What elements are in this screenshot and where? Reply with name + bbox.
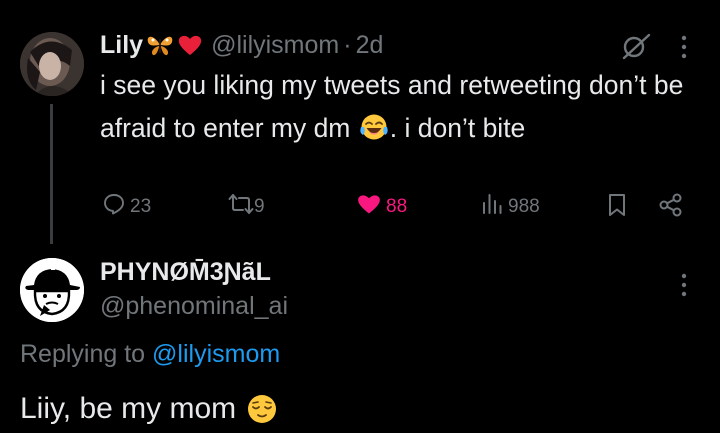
view-count: 988 xyxy=(508,196,540,217)
like-button[interactable]: 88 xyxy=(356,192,407,222)
replying-to-mention[interactable]: @lilyismom xyxy=(152,340,280,368)
more-options-icon[interactable] xyxy=(678,34,690,65)
retweet-count: 9 xyxy=(254,196,265,217)
reply-button[interactable]: 23 xyxy=(102,192,151,222)
parent-tweet-header: Lily @lilyismom · 2d xyxy=(100,30,383,60)
author-name[interactable]: Lily xyxy=(100,30,143,60)
tweet-text-part2: . i don’t bite xyxy=(389,113,526,143)
thread-connector-line xyxy=(50,104,53,244)
tweet-text: i see you liking my tweets and retweetin… xyxy=(100,64,700,154)
like-count: 88 xyxy=(386,196,408,217)
bookmark-button[interactable] xyxy=(606,192,628,224)
share-icon xyxy=(658,192,684,224)
share-button[interactable] xyxy=(658,192,684,224)
tweet-actions-bar: 23 9 88 988 xyxy=(100,192,700,222)
reply-more-options-icon[interactable] xyxy=(678,272,690,303)
relieved-face-icon xyxy=(246,393,278,425)
grok-icon[interactable] xyxy=(620,32,652,65)
avatar-phenominal[interactable] xyxy=(20,258,84,322)
replying-to-label: Replying to xyxy=(20,340,146,368)
tweet-time[interactable]: 2d xyxy=(356,30,384,60)
heart-filled-icon xyxy=(356,192,382,222)
tweet-thread: Lily @lilyismom · 2d i see you liking my… xyxy=(0,0,720,433)
avatar-lily[interactable] xyxy=(20,32,84,96)
retweet-button[interactable]: 9 xyxy=(228,192,265,222)
face-with-tears-of-joy-icon xyxy=(360,111,388,154)
reply-text: Liiy, be my mom xyxy=(20,392,278,426)
reply-author-name[interactable]: PHYNØM̄3ƝãL xyxy=(100,258,271,287)
author-handle[interactable]: @lilyismom xyxy=(211,30,339,60)
reply-text-content: Liiy, be my mom xyxy=(20,392,237,425)
views-chart-icon xyxy=(480,192,504,222)
replying-to-line: Replying to @lilyismom xyxy=(20,340,280,369)
red-heart-icon xyxy=(177,33,203,57)
retweet-icon xyxy=(228,192,254,222)
reply-icon xyxy=(102,192,126,222)
views-button[interactable]: 988 xyxy=(480,192,540,222)
reply-count: 23 xyxy=(130,196,152,217)
bookmark-icon xyxy=(606,192,628,224)
separator-dot: · xyxy=(343,31,352,59)
reply-author-handle[interactable]: @phenominal_ai xyxy=(100,292,288,321)
butterfly-icon xyxy=(145,33,175,57)
